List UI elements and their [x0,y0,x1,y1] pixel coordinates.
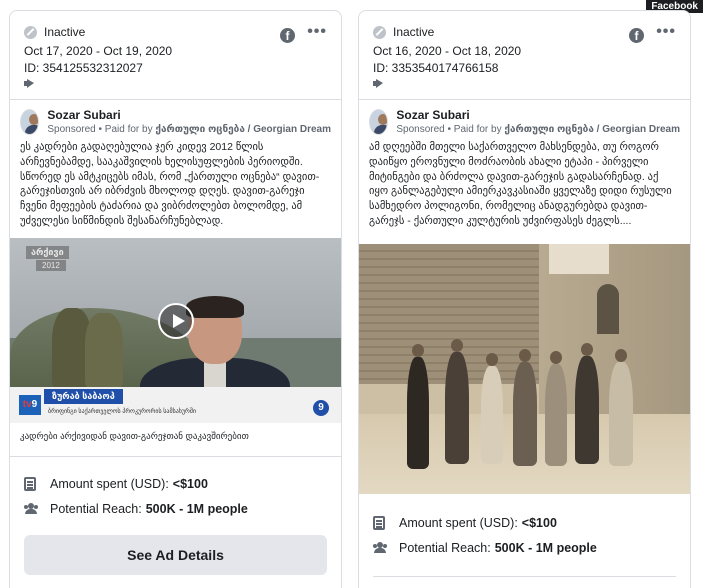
document-icon [373,515,385,530]
avatar[interactable] [369,109,389,135]
ad-meta: Inactive Oct 16, 2020 - Oct 18, 2020 ID:… [359,11,690,99]
ad-photo[interactable] [359,244,690,494]
potential-reach-row: Potential Reach: 500K - 1M people [24,496,327,521]
reach-value: 500K - 1M people [494,540,597,555]
ad-stats: Amount spent (USD): <$100 Potential Reac… [10,457,341,521]
photo-person [481,353,503,464]
reach-label: Potential Reach: [50,501,142,516]
photo-person [407,344,429,469]
photo-arch [597,284,619,334]
ad-meta: Inactive Oct 17, 2020 - Oct 19, 2020 ID:… [10,11,341,99]
megaphone-icon [373,79,385,88]
amount-value: <$100 [172,476,208,491]
ad-body-text: ამ დღეებში მთელი საქართველო მახსენდება, … [369,141,672,227]
ad-stats: Amount spent (USD): <$100 Potential Reac… [359,494,690,560]
document-icon [24,476,36,491]
facebook-platform-icon: f [280,28,295,43]
speaker-hair [186,296,244,318]
ad-preview: Sozar Subari Sponsored • Paid for by ქარ… [10,99,341,457]
ad-body-text: ეს კადრები გადაღებულია ჯერ კიდევ 2012 წლ… [20,141,320,227]
lower-third-name: ზურაბ საბაოპ [44,389,123,404]
photo-sky [549,244,609,274]
advertiser-header: Sozar Subari Sponsored • Paid for by ქარ… [359,100,690,140]
ad-video[interactable]: არქივი 2012 tv9 ზურაბ საბაოპ ბრიფინგი სა… [10,238,341,423]
sponsored-label: Sponsored [47,124,96,135]
channel-nine-logo: 9 [313,400,329,416]
status-text: Inactive [44,25,86,39]
advertiser-name[interactable]: Sozar Subari [396,108,680,122]
sponsor-line: Sponsored • Paid for by ქართული ოცნება /… [47,124,331,135]
more-options-icon[interactable]: ••• [656,23,676,41]
amount-spent-row: Amount spent (USD): <$100 [373,510,676,535]
video-lower-third: tv9 ზურაბ საბაოპ ბრიფინგი საქართველოს პრ… [10,387,341,423]
ad-card: Inactive Oct 17, 2020 - Oct 19, 2020 ID:… [9,10,342,588]
reach-value: 500K - 1M people [145,501,248,516]
people-icon [24,502,38,515]
photo-person [609,349,633,466]
inactive-status-icon [373,25,386,39]
see-ad-details-button[interactable]: See Ad Details [24,535,327,575]
megaphone-icon [24,79,36,88]
advertiser-name[interactable]: Sozar Subari [47,108,331,122]
date-range: Oct 16, 2020 - Oct 18, 2020 [373,44,522,58]
photo-person [575,343,599,464]
paid-by-prefix: • Paid for by [95,124,156,135]
amount-spent-row: Amount spent (USD): <$100 [24,471,327,496]
reach-label: Potential Reach: [399,540,491,555]
play-icon[interactable] [158,303,194,339]
ad-id: ID: 3353540174766158 [373,61,499,75]
sponsored-label: Sponsored [396,124,445,135]
ad-card: Inactive Oct 16, 2020 - Oct 18, 2020 ID:… [358,10,691,588]
divider [373,576,676,577]
photo-person [445,339,469,464]
ad-id: ID: 354125532312027 [24,61,143,75]
avatar[interactable] [20,109,40,135]
video-year-label: 2012 [36,260,66,271]
video-soldier [85,313,123,388]
amount-value: <$100 [521,515,557,530]
amount-label: Amount spent (USD): [50,476,169,491]
ad-preview: Sozar Subari Sponsored • Paid for by ქარ… [359,99,690,494]
facebook-platform-icon: f [629,28,644,43]
lower-third-subtitle: ბრიფინგი საქართველოს პროკურორის სამსახურ… [48,409,197,415]
photo-person [545,351,567,466]
paid-by-prefix: • Paid for by [444,124,505,135]
video-archive-label: არქივი [26,246,69,259]
potential-reach-row: Potential Reach: 500K - 1M people [373,535,676,560]
photo-person [513,349,537,466]
sponsor-line: Sponsored • Paid for by ქართული ოცნება /… [396,124,680,135]
paid-by-name: ქართული ოცნება / Georgian Dream [155,124,331,135]
inactive-status-icon [24,25,37,39]
video-caption: კადრები არქივიდან დავით-გარეჯთან დაკავში… [10,423,341,457]
more-options-icon[interactable]: ••• [307,23,327,41]
paid-by-name: ქართული ოცნება / Georgian Dream [504,124,680,135]
status-text: Inactive [393,25,435,39]
date-range: Oct 17, 2020 - Oct 19, 2020 [24,44,173,58]
advertiser-header: Sozar Subari Sponsored • Paid for by ქარ… [10,100,341,140]
people-icon [373,541,387,554]
amount-label: Amount spent (USD): [399,515,518,530]
tv9-logo: tv9 [19,395,41,415]
